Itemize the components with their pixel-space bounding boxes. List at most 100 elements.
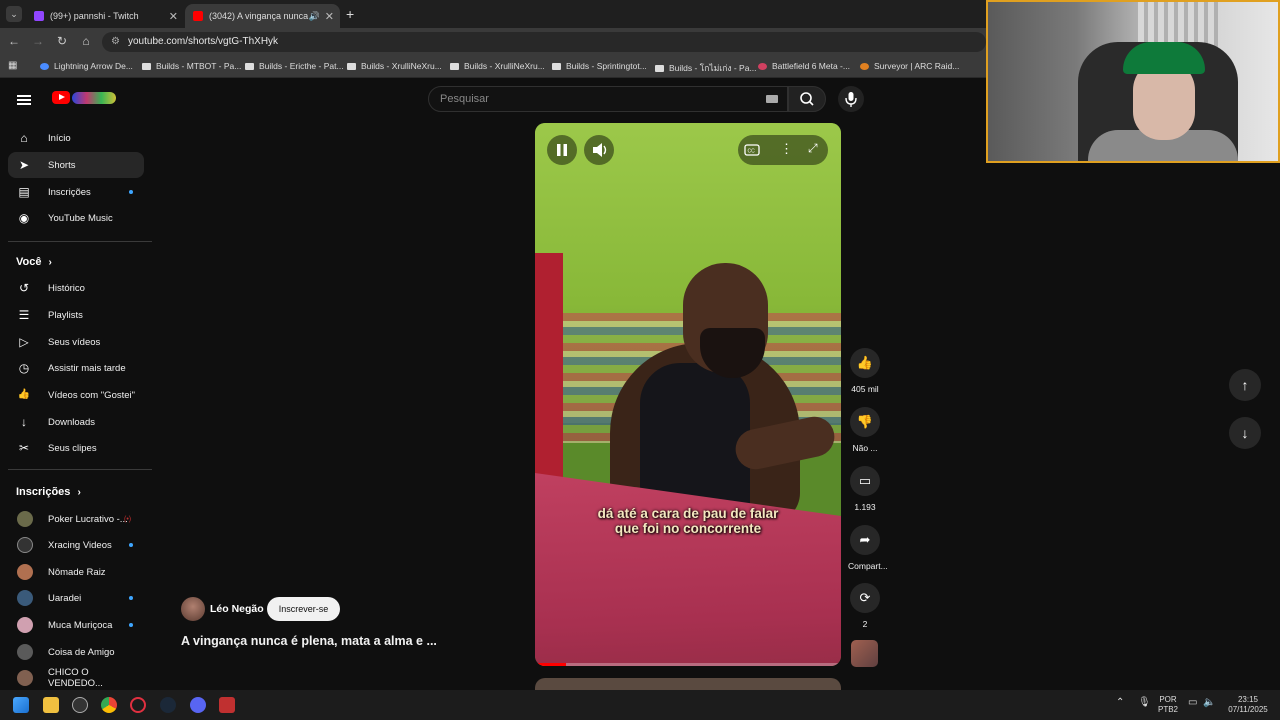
search-button[interactable] bbox=[788, 86, 826, 112]
your-videos-icon: ▷ bbox=[19, 335, 29, 349]
tab-list-button[interactable]: ⌄ bbox=[6, 6, 22, 22]
share-label: Compart... bbox=[848, 561, 888, 571]
language-indicator[interactable]: POR PTB2 bbox=[1158, 695, 1178, 715]
tab-twitch[interactable]: (99+) pannshi - Twitch ✕ bbox=[26, 4, 184, 28]
new-tab-button[interactable]: + bbox=[346, 6, 354, 22]
bookmark-item[interactable]: Surveyor | ARC Raid... bbox=[860, 61, 959, 71]
captions-icon[interactable]: CC bbox=[744, 142, 760, 158]
close-tab-icon[interactable]: ✕ bbox=[325, 10, 334, 23]
bookmark-item[interactable]: Battlefield 6 Meta -... bbox=[758, 61, 850, 71]
keyboard-icon[interactable] bbox=[766, 95, 778, 103]
speaker-icon[interactable]: 🔊 bbox=[309, 11, 320, 22]
windows-start-icon[interactable] bbox=[13, 697, 29, 713]
divider bbox=[8, 241, 152, 242]
sidebar-subscription[interactable]: Poker Lucrativo -... (•) bbox=[8, 506, 144, 532]
search-input[interactable]: Pesquisar bbox=[428, 86, 788, 112]
bookmark-label: Builds - MTBOT - Pa... bbox=[156, 61, 242, 71]
forward-icon[interactable]: → bbox=[30, 34, 46, 48]
close-tab-icon[interactable]: ✕ bbox=[169, 10, 178, 23]
divider bbox=[8, 469, 152, 470]
youtube-doodle-logo[interactable] bbox=[72, 92, 116, 104]
app-icon[interactable] bbox=[219, 697, 235, 713]
remix-button[interactable]: ⟳ 2 bbox=[848, 583, 882, 629]
reload-icon[interactable]: ↻ bbox=[54, 34, 70, 48]
bookmark-item[interactable]: Builds - Sprintingtot... bbox=[552, 61, 647, 71]
more-options-icon[interactable]: ⋮ bbox=[780, 141, 793, 157]
svg-text:CC: CC bbox=[748, 149, 756, 155]
url-text: youtube.com/shorts/vgtG-ThXHyk bbox=[128, 36, 279, 47]
chevron-right-icon: › bbox=[48, 257, 52, 268]
bookmark-item[interactable]: Builds - Ericthe - Pat... bbox=[245, 61, 344, 71]
next-short-preview[interactable] bbox=[535, 678, 841, 690]
sidebar-item-watch-later[interactable]: ◷ Assistir mais tarde bbox=[8, 355, 144, 381]
menu-icon[interactable] bbox=[17, 95, 31, 105]
next-short-button[interactable]: ↓ bbox=[1229, 417, 1261, 449]
shorts-video-player[interactable]: dá até a cara de pau de falar que foi no… bbox=[535, 123, 841, 666]
sidebar-subscription[interactable]: Uaradei bbox=[8, 585, 144, 611]
sidebar-item-label: Nômade Raiz bbox=[48, 566, 106, 578]
bookmark-item[interactable]: Builds - โกไม่เก่ง - Pa... bbox=[655, 61, 757, 75]
bookmark-item[interactable]: Builds - XrulliNeXru... bbox=[450, 61, 545, 71]
car-icon bbox=[552, 62, 561, 70]
back-icon[interactable]: ← bbox=[6, 34, 22, 48]
short-title[interactable]: A vingança nunca é plena, mata a alma e … bbox=[181, 634, 437, 648]
previous-short-button[interactable]: ↑ bbox=[1229, 369, 1261, 401]
share-button[interactable]: ➦ Compart... bbox=[848, 525, 888, 571]
sidebar-item-liked-videos[interactable]: 👍 Vídeos com "Gostei" bbox=[8, 382, 144, 408]
sidebar-item-label: Coisa de Amigo bbox=[48, 646, 115, 658]
clips-icon: ✂ bbox=[18, 441, 30, 455]
sidebar-item-youtube-music[interactable]: ◉ YouTube Music bbox=[8, 205, 144, 231]
youtube-logo-icon[interactable] bbox=[52, 91, 70, 104]
sidebar-item-history[interactable]: ↺ Histórico bbox=[8, 275, 144, 301]
address-bar[interactable]: ⚙ youtube.com/shorts/vgtG-ThXHyk bbox=[102, 32, 986, 52]
sidebar-item-subscriptions[interactable]: ▤ Inscrições bbox=[8, 179, 144, 205]
apps-icon[interactable]: ▦ bbox=[8, 60, 17, 71]
chrome-icon[interactable] bbox=[101, 697, 117, 713]
sidebar-subscription[interactable]: Muca Muriçoca bbox=[8, 612, 144, 638]
sidebar-item-your-videos[interactable]: ▷ Seus vídeos bbox=[8, 329, 144, 355]
comments-button[interactable]: ▭ 1.193 bbox=[848, 466, 882, 512]
channel-avatar[interactable] bbox=[181, 597, 205, 621]
channel-name[interactable]: Léo Negão bbox=[210, 603, 264, 615]
subscribe-button[interactable]: Inscrever-se bbox=[267, 597, 340, 621]
bookmark-item[interactable]: Builds - XrulliNeXru... bbox=[347, 61, 442, 71]
home-icon[interactable]: ⌂ bbox=[78, 34, 94, 48]
webcam-overlay bbox=[986, 0, 1280, 163]
tray-chevron-icon[interactable]: ⌃ bbox=[1116, 697, 1124, 708]
sidebar-item-downloads[interactable]: ↓ Downloads bbox=[8, 409, 144, 435]
volume-tray-icon[interactable]: 🔈 bbox=[1203, 697, 1215, 708]
mic-tray-icon[interactable]: 🎙 bbox=[1138, 697, 1151, 708]
file-explorer-icon[interactable] bbox=[43, 697, 59, 713]
opera-icon[interactable] bbox=[130, 697, 146, 713]
network-icon[interactable]: ▭ bbox=[1188, 697, 1197, 708]
site-info-icon[interactable]: ⚙ bbox=[111, 32, 120, 52]
home-icon: ⌂ bbox=[20, 131, 28, 145]
you-section-header[interactable]: Você › bbox=[16, 256, 52, 268]
sidebar-item-clips[interactable]: ✂ Seus clipes bbox=[8, 435, 144, 461]
discord-icon[interactable] bbox=[190, 697, 206, 713]
voice-search-button[interactable] bbox=[838, 86, 864, 112]
sidebar-subscription[interactable]: Coisa de Amigo bbox=[8, 639, 144, 665]
tab-youtube[interactable]: (3042) A vingança nunca é 🔊 ✕ bbox=[185, 4, 340, 28]
sidebar-subscription[interactable]: Xracing Videos bbox=[8, 532, 144, 558]
steam-icon[interactable] bbox=[160, 697, 176, 713]
like-button[interactable]: 👍 405 mil bbox=[848, 348, 882, 394]
tab-title: (99+) pannshi - Twitch bbox=[50, 11, 139, 21]
sound-thumbnail[interactable] bbox=[851, 640, 878, 667]
pause-button[interactable] bbox=[547, 135, 577, 165]
sidebar-subscription[interactable]: Nômade Raiz bbox=[8, 559, 144, 585]
bookmark-item[interactable]: Lightning Arrow De... bbox=[40, 61, 133, 71]
clock[interactable]: 23:15 07/11/2025 bbox=[1226, 695, 1270, 715]
sidebar-subscription[interactable]: CHICO O VENDEDO... bbox=[8, 665, 144, 691]
dislike-button[interactable]: 👎 Não ... bbox=[848, 407, 882, 453]
app-icon[interactable] bbox=[72, 697, 88, 713]
bookmark-item[interactable]: Builds - MTBOT - Pa... bbox=[142, 61, 241, 71]
sidebar-item-playlists[interactable]: ☰ Playlists bbox=[8, 302, 144, 328]
fullscreen-icon[interactable]: ⤢ bbox=[808, 141, 818, 156]
sidebar-item-home[interactable]: ⌂ Início bbox=[8, 125, 144, 151]
volume-button[interactable] bbox=[584, 135, 614, 165]
subscriptions-section-header[interactable]: Inscrições › bbox=[16, 486, 81, 498]
video-progress-bar[interactable] bbox=[535, 663, 841, 666]
sidebar-item-shorts[interactable]: ➤ Shorts bbox=[8, 152, 144, 178]
channel-avatar bbox=[17, 590, 33, 606]
